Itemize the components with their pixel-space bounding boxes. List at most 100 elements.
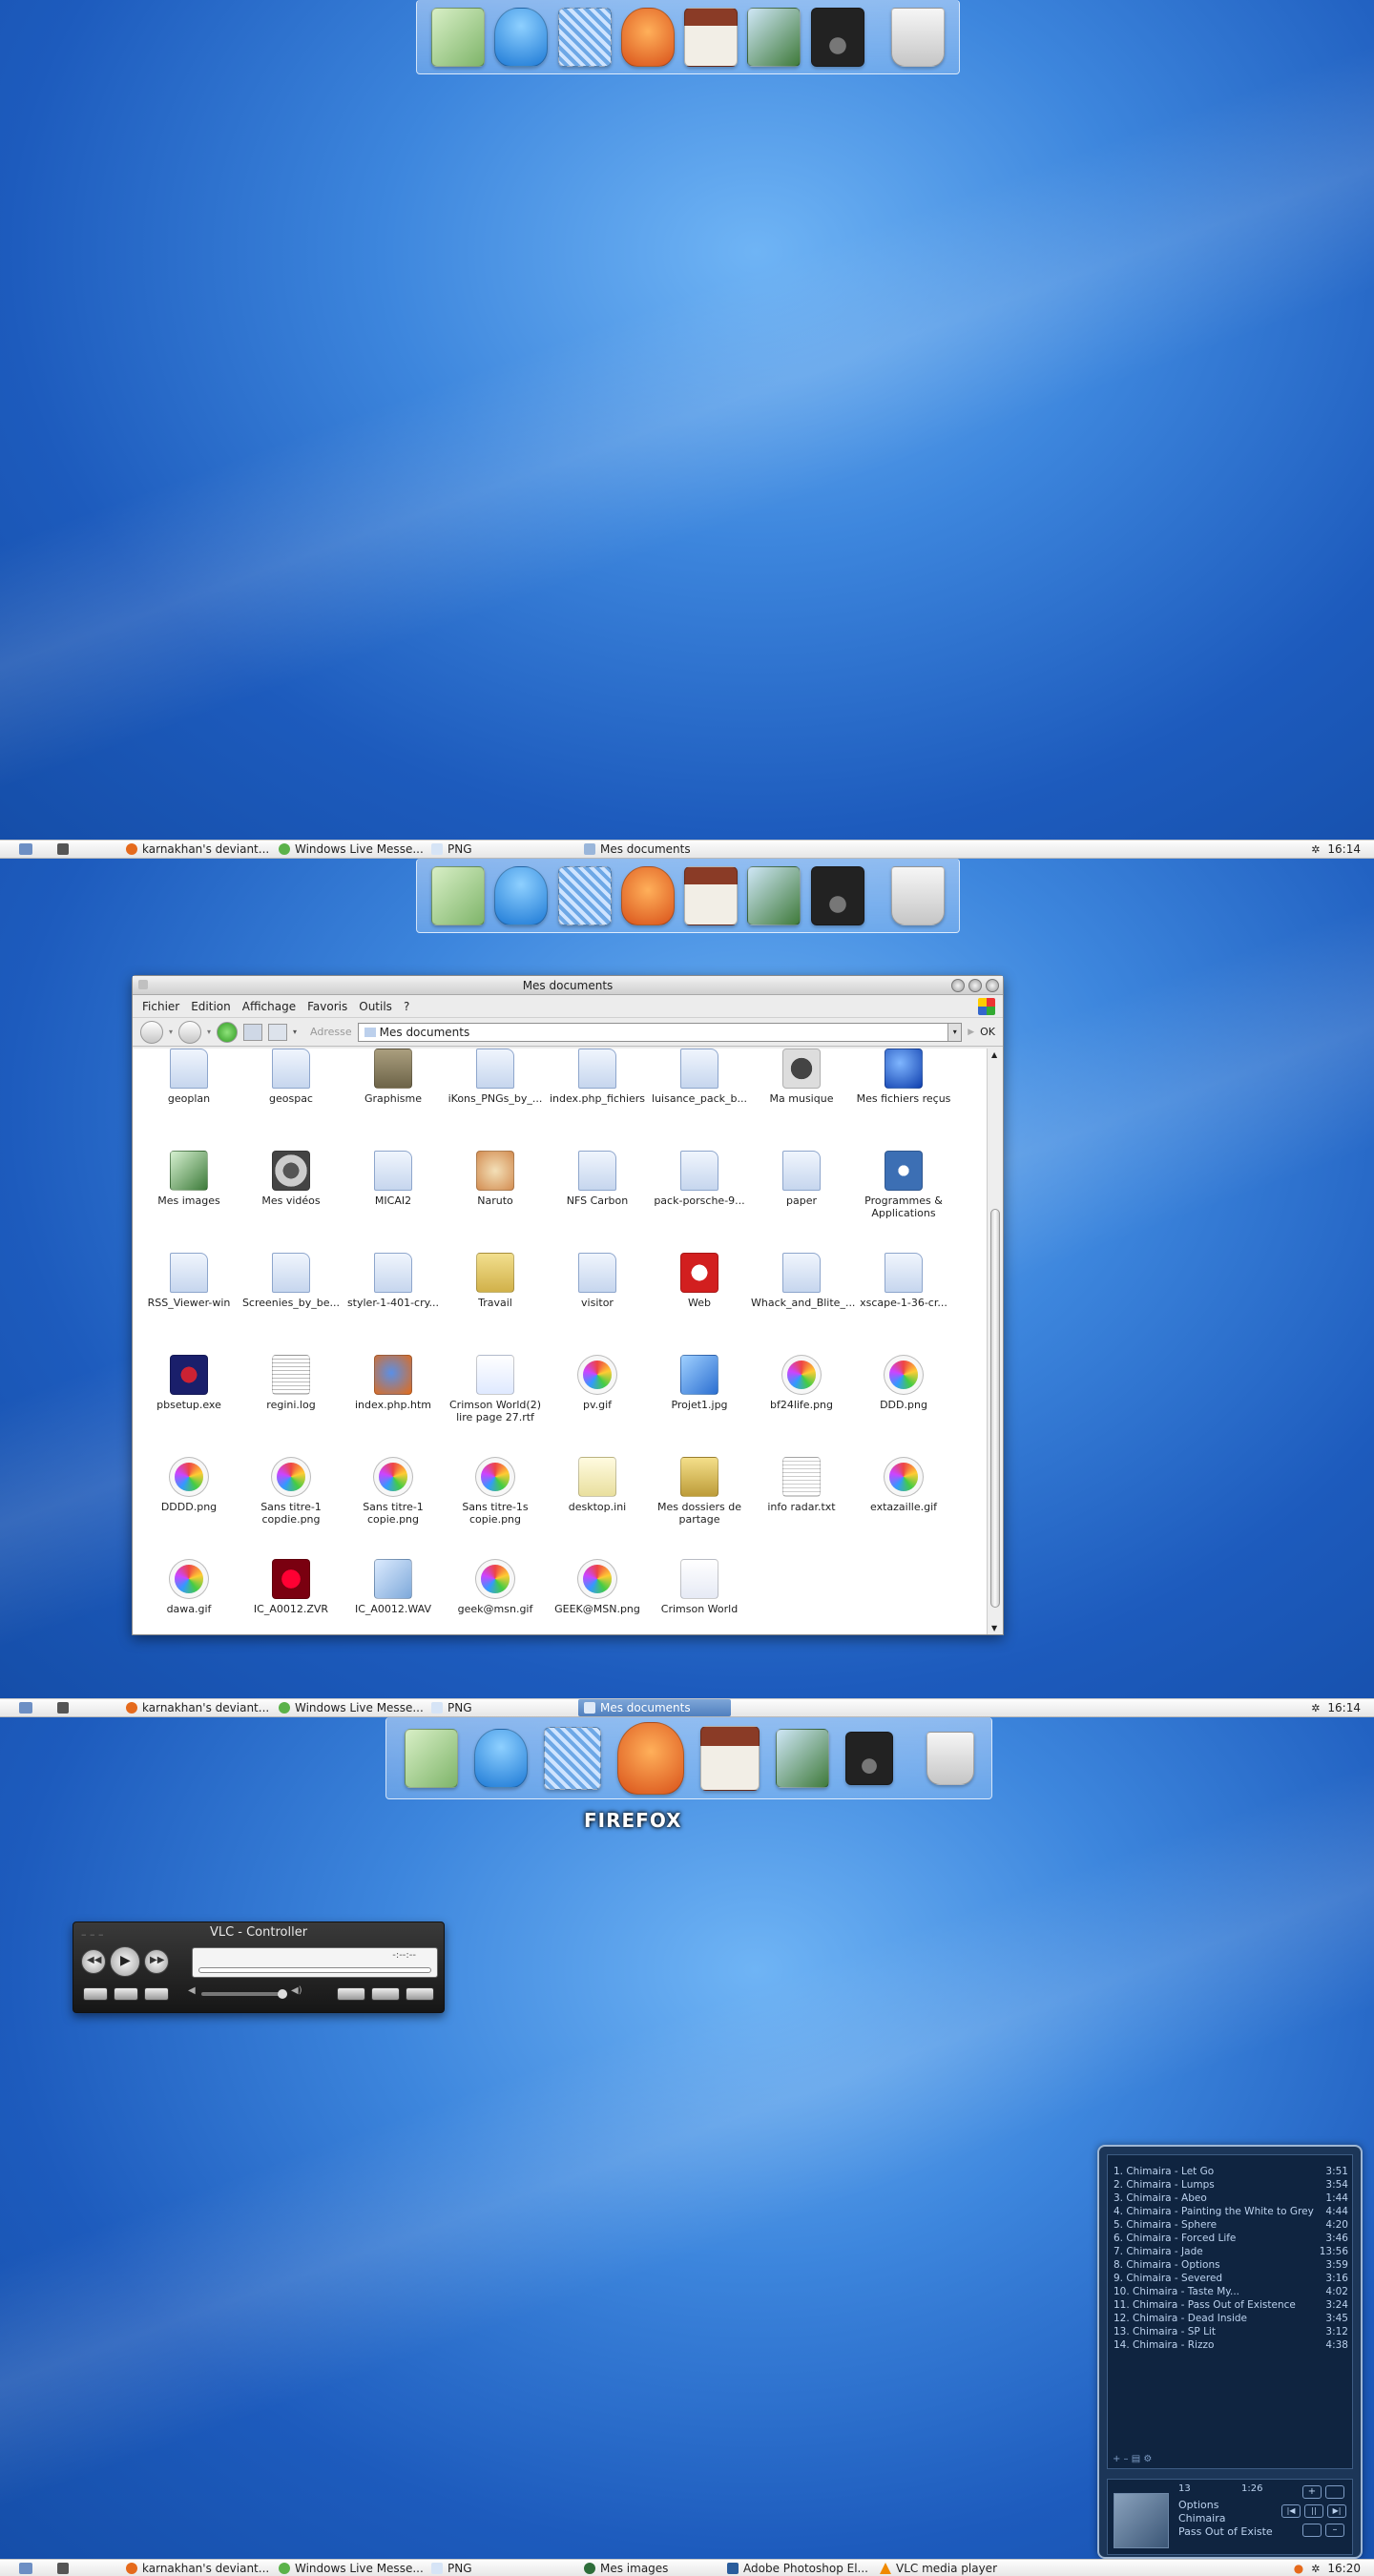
rewind-button[interactable]: ◀◀ xyxy=(81,1949,106,1974)
menu-fichier[interactable]: Fichier xyxy=(140,1000,189,1013)
volume-handle[interactable] xyxy=(278,1989,287,1999)
back-dropdown-icon[interactable]: ▾ xyxy=(169,1028,173,1036)
file-item[interactable]: Mes images xyxy=(138,1151,239,1207)
show-desktop-icon[interactable] xyxy=(57,1702,69,1714)
clock[interactable]: 16:14 xyxy=(1327,842,1361,856)
next-button[interactable] xyxy=(144,1987,169,2001)
remove-button[interactable]: – xyxy=(1325,2524,1344,2537)
show-desktop-icon[interactable] xyxy=(57,843,69,855)
add-button[interactable]: + xyxy=(1302,2485,1322,2499)
forward-button[interactable] xyxy=(178,1020,202,1044)
stop-button[interactable] xyxy=(114,1987,138,2001)
file-item[interactable]: paper xyxy=(751,1151,852,1207)
file-item[interactable]: Sans titre-1s copie.png xyxy=(445,1457,546,1526)
volume-slider[interactable] xyxy=(201,1989,287,1999)
prev-track-button[interactable]: |◀ xyxy=(1281,2504,1301,2518)
file-item[interactable]: geek@msn.gif xyxy=(445,1559,546,1615)
scroll-down-icon[interactable]: ▼ xyxy=(991,1624,997,1632)
file-item[interactable]: Whack_and_Blite_... xyxy=(751,1253,855,1309)
scrollbar-thumb[interactable] xyxy=(990,1209,1000,1608)
file-item[interactable]: Mes vidéos xyxy=(240,1151,342,1207)
dock-firefox-icon[interactable] xyxy=(620,865,675,925)
file-item[interactable]: styler-1-401-cry... xyxy=(343,1253,444,1309)
menu-outils[interactable]: Outils xyxy=(357,1000,402,1013)
task-mes-images[interactable]: Mes images xyxy=(578,2560,721,2576)
fast-forward-button[interactable]: ▶▶ xyxy=(144,1949,169,1974)
maximize-button[interactable] xyxy=(968,979,982,992)
wifi-icon[interactable]: ✲ xyxy=(1311,1702,1320,1714)
playlist-button[interactable] xyxy=(337,1987,365,2001)
playlist-controls[interactable]: + – ▤ ⚙ xyxy=(1113,2454,1152,2464)
dock-speaker-icon[interactable] xyxy=(810,865,864,925)
file-item[interactable]: luisance_pack_b... xyxy=(649,1049,750,1105)
menu-button[interactable] xyxy=(1302,2524,1322,2537)
task-mes-documents[interactable]: Mes documents xyxy=(578,1699,731,1716)
file-item[interactable]: Projet1.jpg xyxy=(649,1355,750,1411)
menu-help[interactable]: ? xyxy=(402,1000,419,1013)
task-firefox[interactable]: karnakhan's deviant... xyxy=(120,2560,273,2576)
file-item[interactable]: Programmes & Applications xyxy=(853,1151,954,1219)
file-item[interactable]: Ma musique xyxy=(751,1049,852,1105)
file-item[interactable]: Crimson World xyxy=(649,1559,750,1615)
dock-messenger-user-icon[interactable] xyxy=(494,7,549,67)
menu-edition[interactable]: Edition xyxy=(189,1000,240,1013)
menu-favoris[interactable]: Favoris xyxy=(305,1000,357,1013)
playlist-row[interactable]: 13. Chimaira - SP Lit 3:12 xyxy=(1114,2325,1348,2338)
file-item[interactable]: Sans titre-1 copie.png xyxy=(343,1457,444,1526)
file-item[interactable]: dawa.gif xyxy=(138,1559,239,1615)
playlist-row[interactable]: 14. Chimaira - Rizzo 4:38 xyxy=(1114,2338,1348,2352)
file-item[interactable]: DDD.png xyxy=(853,1355,954,1411)
show-desktop-icon[interactable] xyxy=(57,2563,69,2574)
file-item[interactable]: Crimson World(2) lire page 27.rtf xyxy=(445,1355,546,1423)
file-item[interactable]: extazaille.gif xyxy=(853,1457,954,1513)
playlist-row[interactable]: 12. Chimaira - Dead Inside 3:45 xyxy=(1114,2312,1348,2325)
playlist-row[interactable]: 11. Chimaira - Pass Out of Existence 3:24 xyxy=(1114,2298,1348,2312)
file-item[interactable]: index.php.htm xyxy=(343,1355,444,1411)
extended-settings-button[interactable] xyxy=(371,1987,400,2001)
file-item[interactable]: Mes dossiers de partage xyxy=(649,1457,750,1526)
wifi-icon[interactable]: ✲ xyxy=(1311,2563,1320,2575)
file-item[interactable]: info radar.txt xyxy=(751,1457,852,1513)
file-item[interactable]: NFS Carbon xyxy=(547,1151,648,1207)
forward-dropdown-icon[interactable]: ▾ xyxy=(207,1028,211,1036)
folders-button[interactable] xyxy=(243,1023,263,1041)
go-arrow-icon[interactable]: ▶ xyxy=(968,1028,974,1037)
file-item[interactable]: Screenies_by_be... xyxy=(240,1253,342,1309)
back-button[interactable] xyxy=(140,1020,163,1044)
dock-notes-icon[interactable] xyxy=(404,1728,458,1788)
clock[interactable]: 16:20 xyxy=(1327,2562,1361,2575)
task-messenger[interactable]: Windows Live Messe... xyxy=(273,2560,426,2576)
task-png[interactable]: PNG xyxy=(426,1699,578,1716)
dock-firefox-icon[interactable] xyxy=(620,7,675,67)
task-firefox[interactable]: karnakhan's deviant... xyxy=(120,841,273,858)
file-item[interactable]: geoplan xyxy=(138,1049,239,1105)
dock-notes-icon[interactable] xyxy=(431,865,486,925)
vlc-titlebar[interactable]: – – – VLC - Controller xyxy=(73,1922,444,1943)
task-png[interactable]: PNG xyxy=(426,841,578,858)
menu-affichage[interactable]: Affichage xyxy=(240,1000,305,1013)
dock-trash-icon[interactable] xyxy=(890,7,945,67)
dock-photo-icon[interactable] xyxy=(747,865,802,925)
file-item[interactable]: pbsetup.exe xyxy=(138,1355,239,1411)
file-item[interactable]: desktop.ini xyxy=(547,1457,648,1513)
file-item[interactable]: visitor xyxy=(547,1253,648,1309)
dock-mail-icon[interactable] xyxy=(557,865,612,925)
pause-button[interactable]: || xyxy=(1304,2504,1323,2518)
address-input[interactable]: Mes documents ▾ xyxy=(357,1022,963,1042)
pl-button[interactable] xyxy=(1325,2485,1344,2499)
file-item[interactable]: DDDD.png xyxy=(138,1457,239,1513)
minimize-button[interactable] xyxy=(951,979,965,992)
fullscreen-button[interactable] xyxy=(406,1987,434,2001)
file-item[interactable]: pv.gif xyxy=(547,1355,648,1411)
dock-mail-icon[interactable] xyxy=(543,1726,601,1790)
play-button[interactable]: ▶ xyxy=(110,1946,140,1977)
playlist-row[interactable]: 7. Chimaira - Jade 13:56 xyxy=(1114,2245,1348,2258)
start-icon[interactable] xyxy=(19,2563,32,2574)
vertical-scrollbar[interactable]: ▲ ▼ xyxy=(987,1049,1003,1634)
file-item[interactable]: pack-porsche-9... xyxy=(649,1151,750,1207)
dock-speaker-icon[interactable] xyxy=(844,1731,893,1785)
file-item[interactable]: regini.log xyxy=(240,1355,342,1411)
task-messenger[interactable]: Windows Live Messe... xyxy=(273,1699,426,1716)
file-item[interactable]: geospac xyxy=(240,1049,342,1105)
task-photoshop[interactable]: Adobe Photoshop El... xyxy=(721,2560,874,2576)
